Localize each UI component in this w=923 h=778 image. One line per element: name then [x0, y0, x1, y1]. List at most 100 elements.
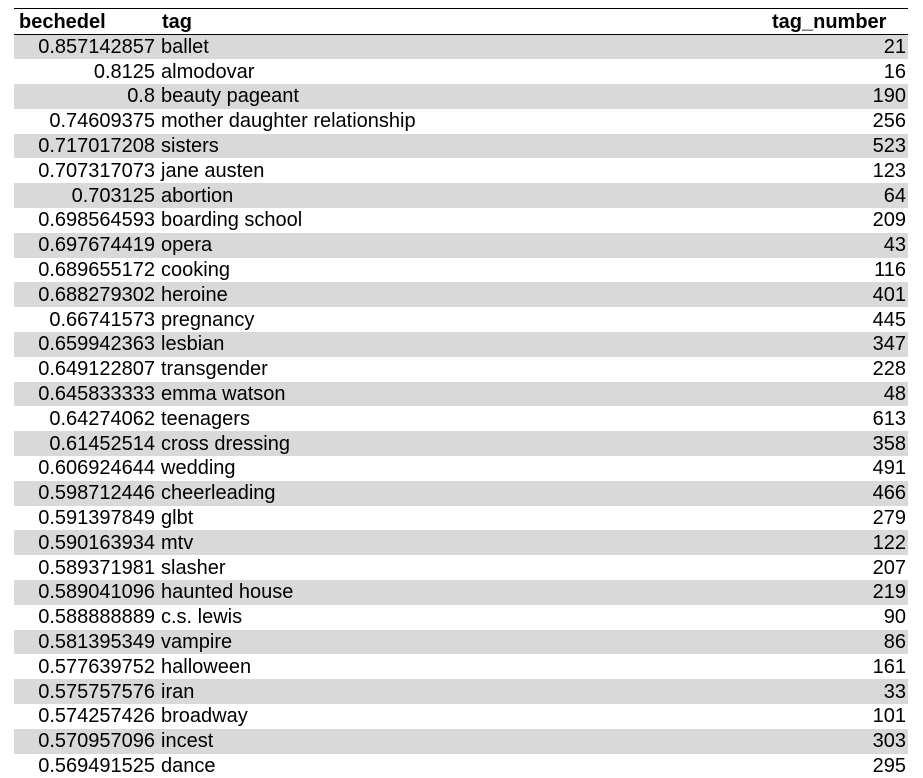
bechedel-cell[interactable]: 0.590163934 [14, 530, 157, 555]
tag-number-cell[interactable]: 16 [772, 59, 908, 84]
tag-number-cell[interactable]: 347 [772, 332, 908, 357]
tag-number-cell[interactable]: 64 [772, 183, 908, 208]
tag-number-cell[interactable]: 116 [772, 258, 908, 283]
bechedel-cell[interactable]: 0.857142857 [14, 35, 157, 60]
tag-cell[interactable]: incest [157, 729, 772, 754]
table-row[interactable]: 0.688279302heroine401 [14, 282, 908, 307]
table-row[interactable]: 0.581395349vampire86 [14, 630, 908, 655]
tag-cell[interactable]: glbt [157, 506, 772, 531]
bechedel-cell[interactable]: 0.645833333 [14, 382, 157, 407]
tag-cell[interactable]: abortion [157, 183, 772, 208]
tag-number-cell[interactable]: 295 [772, 754, 908, 778]
bechedel-cell[interactable]: 0.588888889 [14, 605, 157, 630]
tag-number-cell[interactable]: 466 [772, 481, 908, 506]
tag-cell[interactable]: mtv [157, 530, 772, 555]
bechedel-cell[interactable]: 0.575757576 [14, 679, 157, 704]
bechedel-cell[interactable]: 0.74609375 [14, 109, 157, 134]
tag-number-cell[interactable]: 123 [772, 158, 908, 183]
tag-number-cell[interactable]: 279 [772, 506, 908, 531]
tag-number-cell[interactable]: 190 [772, 84, 908, 109]
bechedel-cell[interactable]: 0.649122807 [14, 357, 157, 382]
table-row[interactable]: 0.589041096haunted house219 [14, 580, 908, 605]
tag-number-cell[interactable]: 228 [772, 357, 908, 382]
tag-number-cell[interactable]: 401 [772, 282, 908, 307]
bechedel-cell[interactable]: 0.61452514 [14, 431, 157, 456]
table-row[interactable]: 0.575757576iran33 [14, 679, 908, 704]
tag-cell[interactable]: dance [157, 754, 772, 778]
bechedel-cell[interactable]: 0.570957096 [14, 729, 157, 754]
tag-cell[interactable]: ballet [157, 35, 772, 60]
tag-cell[interactable]: slasher [157, 555, 772, 580]
tag-cell[interactable]: cooking [157, 258, 772, 283]
tag-number-cell[interactable]: 122 [772, 530, 908, 555]
table-row[interactable]: 0.649122807transgender228 [14, 357, 908, 382]
bechedel-cell[interactable]: 0.707317073 [14, 158, 157, 183]
bechedel-cell[interactable]: 0.8 [14, 84, 157, 109]
tag-number-cell[interactable]: 33 [772, 679, 908, 704]
bechedel-cell[interactable]: 0.577639752 [14, 654, 157, 679]
table-row[interactable]: 0.591397849glbt279 [14, 506, 908, 531]
tag-cell[interactable]: teenagers [157, 406, 772, 431]
table-row[interactable]: 0.61452514cross dressing358 [14, 431, 908, 456]
tag-cell[interactable]: c.s. lewis [157, 605, 772, 630]
table-row[interactable]: 0.707317073jane austen123 [14, 158, 908, 183]
tag-cell[interactable]: emma watson [157, 382, 772, 407]
bechedel-cell[interactable]: 0.689655172 [14, 258, 157, 283]
bechedel-cell[interactable]: 0.697674419 [14, 233, 157, 258]
tag-number-cell[interactable]: 613 [772, 406, 908, 431]
tag-number-cell[interactable]: 445 [772, 307, 908, 332]
tag-cell[interactable]: pregnancy [157, 307, 772, 332]
bechedel-cell[interactable]: 0.581395349 [14, 630, 157, 655]
tag-number-cell[interactable]: 358 [772, 431, 908, 456]
tag-cell[interactable]: wedding [157, 456, 772, 481]
table-row[interactable]: 0.857142857ballet21 [14, 35, 908, 60]
tag-number-cell[interactable]: 209 [772, 208, 908, 233]
tag-cell[interactable]: sisters [157, 134, 772, 159]
table-row[interactable]: 0.590163934mtv122 [14, 530, 908, 555]
tag-cell[interactable]: heroine [157, 282, 772, 307]
bechedel-cell[interactable]: 0.703125 [14, 183, 157, 208]
bechedel-cell[interactable]: 0.591397849 [14, 506, 157, 531]
tag-number-cell[interactable]: 43 [772, 233, 908, 258]
bechedel-cell[interactable]: 0.698564593 [14, 208, 157, 233]
table-row[interactable]: 0.589371981slasher207 [14, 555, 908, 580]
column-header-tag[interactable]: tag [157, 9, 772, 35]
table-row[interactable]: 0.606924644wedding491 [14, 456, 908, 481]
bechedel-cell[interactable]: 0.589041096 [14, 580, 157, 605]
table-row[interactable]: 0.8125almodovar16 [14, 59, 908, 84]
bechedel-cell[interactable]: 0.598712446 [14, 481, 157, 506]
tag-number-cell[interactable]: 219 [772, 580, 908, 605]
table-row[interactable]: 0.64274062teenagers613 [14, 406, 908, 431]
tag-cell[interactable]: beauty pageant [157, 84, 772, 109]
tag-cell[interactable]: transgender [157, 357, 772, 382]
table-row[interactable]: 0.645833333emma watson48 [14, 382, 908, 407]
tag-cell[interactable]: cross dressing [157, 431, 772, 456]
table-row[interactable]: 0.577639752halloween161 [14, 654, 908, 679]
tag-cell[interactable]: haunted house [157, 580, 772, 605]
tag-number-cell[interactable]: 207 [772, 555, 908, 580]
tag-cell[interactable]: mother daughter relationship [157, 109, 772, 134]
bechedel-cell[interactable]: 0.688279302 [14, 282, 157, 307]
table-row[interactable]: 0.689655172cooking116 [14, 258, 908, 283]
bechedel-cell[interactable]: 0.659942363 [14, 332, 157, 357]
bechedel-cell[interactable]: 0.8125 [14, 59, 157, 84]
bechedel-cell[interactable]: 0.66741573 [14, 307, 157, 332]
tag-number-cell[interactable]: 256 [772, 109, 908, 134]
tag-number-cell[interactable]: 161 [772, 654, 908, 679]
tag-number-cell[interactable]: 523 [772, 134, 908, 159]
column-header-tag-number[interactable]: tag_number [772, 9, 908, 35]
table-row[interactable]: 0.66741573pregnancy445 [14, 307, 908, 332]
tag-number-cell[interactable]: 21 [772, 35, 908, 60]
tag-cell[interactable]: iran [157, 679, 772, 704]
tag-number-cell[interactable]: 48 [772, 382, 908, 407]
tag-cell[interactable]: boarding school [157, 208, 772, 233]
tag-cell[interactable]: halloween [157, 654, 772, 679]
tag-cell[interactable]: opera [157, 233, 772, 258]
tag-number-cell[interactable]: 491 [772, 456, 908, 481]
tag-cell[interactable]: lesbian [157, 332, 772, 357]
table-row[interactable]: 0.588888889c.s. lewis90 [14, 605, 908, 630]
table-row[interactable]: 0.569491525dance295 [14, 754, 908, 778]
bechedel-cell[interactable]: 0.569491525 [14, 754, 157, 778]
tag-number-cell[interactable]: 101 [772, 704, 908, 729]
bechedel-cell[interactable]: 0.589371981 [14, 555, 157, 580]
